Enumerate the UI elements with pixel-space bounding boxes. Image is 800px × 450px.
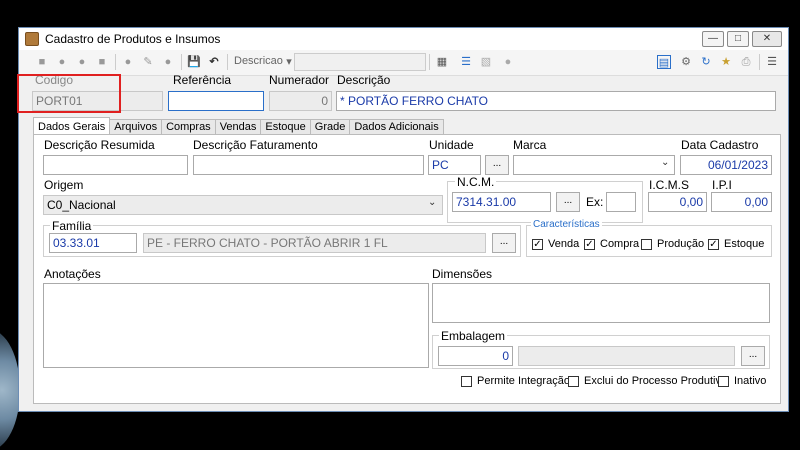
product-window: Cadastro de Produtos e Insumos — □ ✕ ■ ●…	[18, 27, 789, 412]
producao-checkbox[interactable]: Produção	[641, 238, 704, 250]
dados-gerais-panel: Descrição Resumida Descrição Faturamento…	[33, 134, 781, 404]
toolbar: ■ ● ● ■ ● ✎ ● 💾 ↶ Descricao ▾ ▦ ☰ ▧ ● ▤ …	[19, 50, 788, 76]
permite-integracao-checkbox[interactable]: Permite Integração	[461, 375, 570, 387]
embalagem-label: Embalagem	[439, 329, 508, 343]
desc-faturamento-label: Descrição Faturamento	[193, 138, 318, 152]
desc-resumida-label: Descrição Resumida	[44, 138, 155, 152]
anotacoes-label: Anotações	[44, 267, 101, 281]
ipi-label: I.P.I	[712, 178, 732, 192]
caracteristicas-label: Características	[531, 219, 602, 230]
tab-dados-adicionais[interactable]: Dados Adicionais	[349, 119, 444, 134]
gear-icon[interactable]: ⚙	[679, 55, 693, 69]
familia-description-field: PE - FERRO CHATO - PORTÃO ABRIR 1 FL	[143, 233, 486, 253]
marca-label: Marca	[513, 138, 547, 152]
previous-record-icon[interactable]: ●	[55, 55, 69, 69]
compra-checkbox[interactable]: ✓ Compra	[584, 238, 639, 250]
embalagem-lookup-button[interactable]: ...	[741, 346, 765, 366]
maximize-button[interactable]: □	[727, 31, 749, 47]
embalagem-description-field	[518, 346, 735, 366]
descricao-field[interactable]: * PORTÃO FERRO CHATO	[336, 91, 776, 111]
ncm-label: N.C.M.	[455, 175, 497, 189]
document-icon[interactable]: ▧	[479, 55, 493, 69]
delete-icon[interactable]: ●	[161, 55, 175, 69]
first-record-icon[interactable]: ■	[35, 55, 49, 69]
venda-checkbox[interactable]: ✓ Venda	[532, 238, 579, 250]
origem-select[interactable]: C0_Nacional	[43, 195, 443, 215]
ex-label: Ex:	[586, 195, 604, 209]
unidade-lookup-button[interactable]: ...	[485, 155, 509, 175]
minimize-button[interactable]: —	[702, 31, 724, 47]
search-input[interactable]	[294, 53, 426, 71]
app-icon	[25, 32, 39, 46]
tab-compras[interactable]: Compras	[161, 119, 216, 134]
menu-icon[interactable]: ☰	[765, 55, 779, 69]
unidade-label: Unidade	[429, 138, 474, 152]
chevron-down-icon[interactable]: ⌄	[661, 157, 669, 168]
desktop-decoration	[0, 330, 20, 450]
desc-faturamento-field[interactable]	[193, 155, 424, 175]
exclui-processo-checkbox[interactable]: Exclui do Processo Produtivo	[568, 375, 727, 387]
dimensoes-label: Dimensões	[432, 267, 493, 281]
data-cadastro-field[interactable]: 06/01/2023	[680, 155, 772, 175]
estoque-checkbox[interactable]: ✓ Estoque	[708, 238, 764, 250]
tab-strip: Dados Gerais Arquivos Compras Vendas Est…	[33, 117, 444, 135]
anotacoes-textarea[interactable]	[43, 283, 429, 368]
edit-icon[interactable]: ✎	[141, 55, 155, 69]
embalagem-field[interactable]: 0	[438, 346, 513, 366]
desc-resumida-field[interactable]	[43, 155, 188, 175]
close-button[interactable]: ✕	[752, 31, 782, 47]
inativo-checkbox[interactable]: Inativo	[718, 375, 766, 387]
undo-icon[interactable]: ↶	[207, 55, 221, 69]
last-record-icon[interactable]: ■	[95, 55, 109, 69]
refresh-icon[interactable]: ↻	[699, 55, 713, 69]
marca-select[interactable]	[513, 155, 675, 175]
save-icon[interactable]: 💾	[187, 55, 201, 69]
title-bar: Cadastro de Produtos e Insumos — □ ✕	[19, 28, 788, 50]
familia-code-field[interactable]: 03.33.01	[49, 233, 137, 253]
descricao-label: Descrição	[337, 73, 391, 87]
familia-label: Família	[50, 219, 94, 233]
icms-field[interactable]: 0,00	[648, 192, 707, 212]
tab-grade[interactable]: Grade	[309, 119, 351, 134]
print-icon[interactable]: ⎙	[739, 55, 753, 69]
ncm-field[interactable]: 7314.31.00	[452, 192, 551, 212]
referencia-field[interactable]	[168, 91, 264, 111]
new-icon[interactable]: ●	[121, 55, 135, 69]
ex-field[interactable]	[606, 192, 636, 212]
numerador-label: Numerador	[269, 73, 330, 87]
window-title: Cadastro de Produtos e Insumos	[45, 32, 221, 46]
list-icon[interactable]: ☰	[459, 55, 473, 69]
search-field-combo[interactable]: Descricao	[234, 55, 283, 67]
pin-icon[interactable]: ★	[719, 55, 733, 69]
data-cadastro-label: Data Cadastro	[681, 138, 759, 152]
numerador-field[interactable]: 0	[269, 91, 332, 111]
next-record-icon[interactable]: ●	[75, 55, 89, 69]
grid-icon[interactable]: ▦	[435, 55, 449, 69]
unidade-field[interactable]: PC	[428, 155, 481, 175]
tab-arquivos[interactable]: Arquivos	[109, 119, 163, 134]
highlight-box	[17, 74, 121, 113]
icms-label: I.C.M.S	[649, 178, 690, 192]
ipi-field[interactable]: 0,00	[711, 192, 772, 212]
link-icon[interactable]: ●	[501, 55, 515, 69]
ncm-lookup-button[interactable]: ...	[556, 192, 580, 212]
tab-dados-gerais[interactable]: Dados Gerais	[33, 117, 111, 134]
dimensoes-textarea[interactable]	[432, 283, 770, 323]
tab-vendas[interactable]: Vendas	[214, 119, 262, 134]
origem-label: Origem	[44, 178, 84, 192]
referencia-label: Referência	[173, 73, 232, 87]
chevron-down-icon[interactable]: ⌄	[428, 197, 436, 208]
familia-lookup-button[interactable]: ...	[492, 233, 516, 253]
tab-estoque[interactable]: Estoque	[260, 119, 311, 134]
view-icon[interactable]: ▤	[657, 55, 671, 69]
